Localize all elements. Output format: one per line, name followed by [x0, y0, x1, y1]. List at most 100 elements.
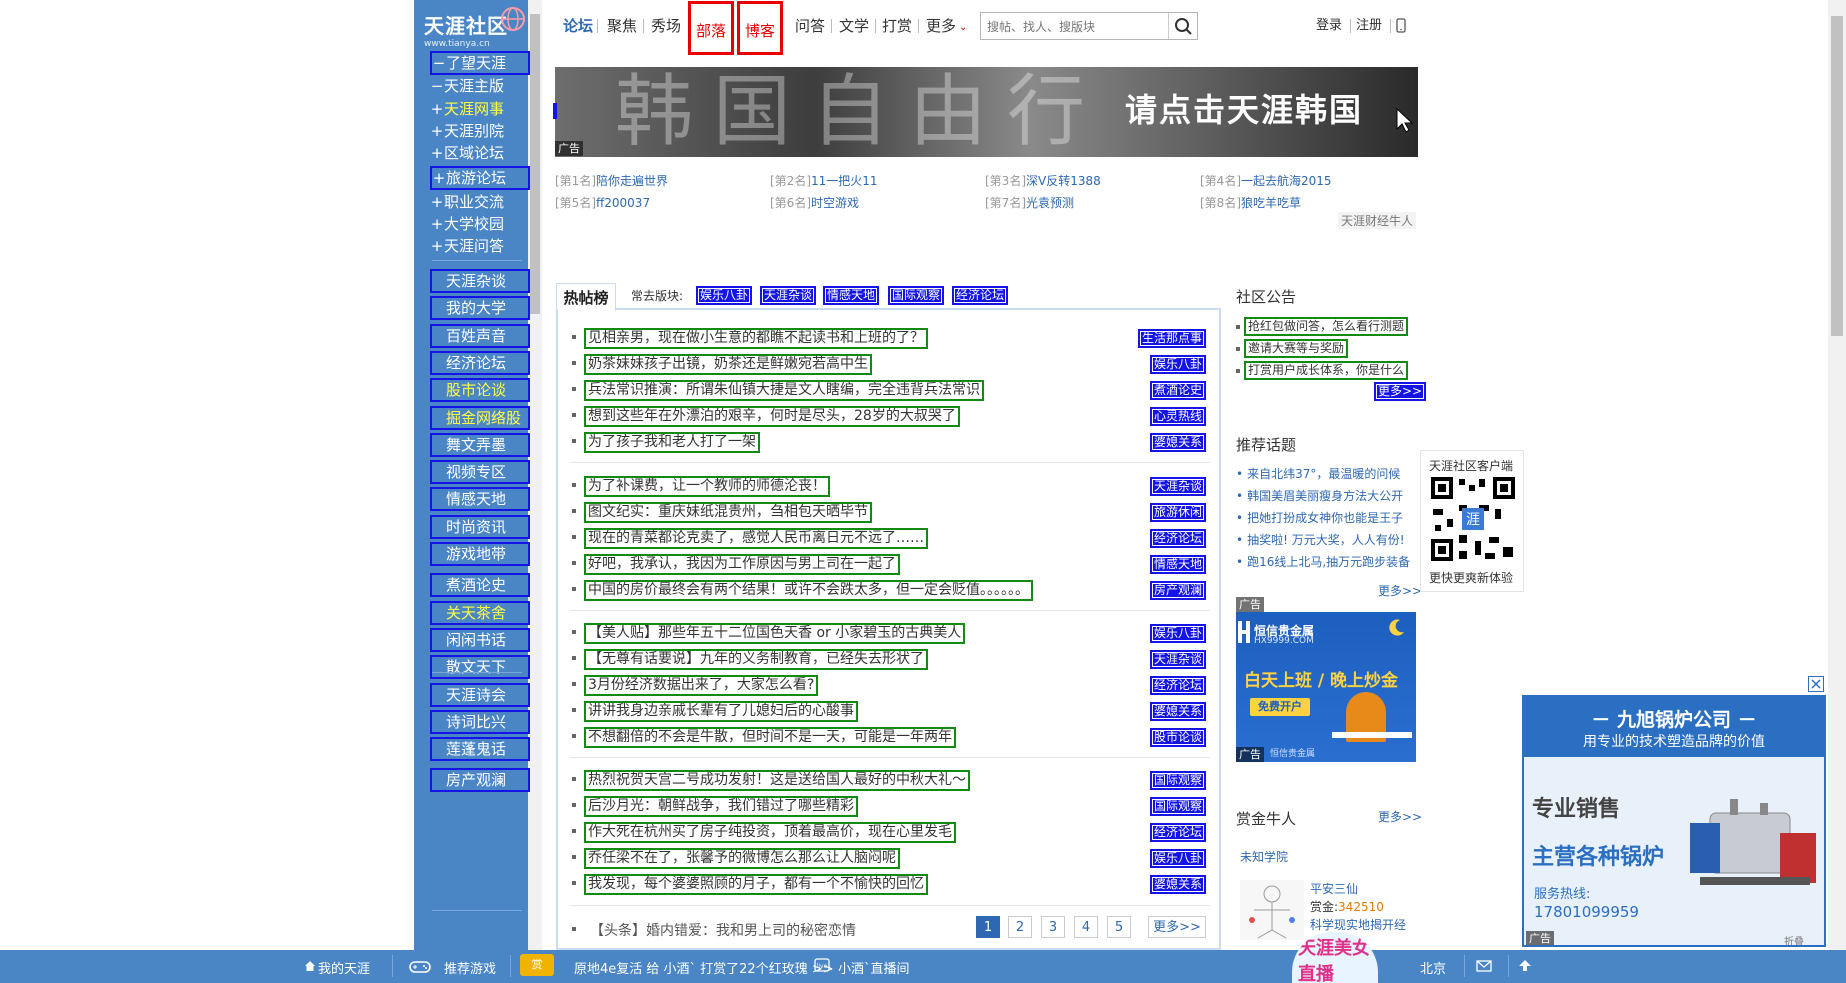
- post-title[interactable]: 我发现，每个婆婆照顾的月子，都有一个不愉快的回忆: [584, 874, 928, 895]
- expand-toggle-icon[interactable]: −: [432, 53, 446, 73]
- gold-ad-open-button[interactable]: 免费开户: [1250, 698, 1310, 716]
- register-link[interactable]: 注册: [1356, 16, 1382, 36]
- nav-8[interactable]: 更多: [926, 16, 956, 36]
- live-promo[interactable]: 天涯美女直播: [1292, 932, 1378, 983]
- page-button-5[interactable]: 5: [1107, 916, 1131, 938]
- post-title[interactable]: 兵法常识推演：所谓朱仙镇大捷是文人瞎编，完全违背兵法常识: [584, 380, 984, 401]
- tab-hot-posts[interactable]: 热帖榜: [556, 283, 616, 311]
- sidebar-board-3[interactable]: 经济论坛: [430, 350, 530, 375]
- expand-toggle-icon[interactable]: +: [432, 168, 446, 188]
- post-board-tag[interactable]: 婆媳关系: [1149, 875, 1206, 894]
- back-to-top-icon[interactable]: [1518, 958, 1532, 972]
- nav-1[interactable]: 聚焦: [607, 16, 637, 36]
- reward-ticker[interactable]: 原地4e复活 给 小酒` 打赏了22个红玫瑰 >>: [574, 958, 834, 977]
- nav-4[interactable]: 博客: [737, 1, 783, 55]
- sidebar-item-8[interactable]: +天涯问答: [430, 235, 526, 257]
- sidebar-item-2[interactable]: +天涯网事: [430, 98, 526, 120]
- sidebar-board-2[interactable]: 百姓声音: [430, 323, 530, 348]
- notice-item[interactable]: 打赏用户成长体系，你是什么: [1244, 361, 1409, 380]
- float-ad-close-button[interactable]: [1808, 676, 1824, 692]
- post-title[interactable]: 现在的青菜都论克卖了，感觉人民币离日元不远了……: [584, 528, 928, 549]
- post-board-tag[interactable]: 生活那点事: [1137, 329, 1206, 348]
- rank-name[interactable]: 光袁预测: [1026, 196, 1074, 210]
- rank-name[interactable]: 深V反转1388: [1026, 174, 1101, 188]
- post-title[interactable]: 为了补课费，让一个教师的师德沦丧！: [584, 476, 830, 497]
- recommended-games-link[interactable]: 推荐游戏: [444, 958, 496, 977]
- frequent-board-2[interactable]: 情感天地: [823, 286, 880, 305]
- sidebar-board-7[interactable]: 视频专区: [430, 460, 530, 485]
- sidebar-board-0[interactable]: 天涯杂谈: [430, 269, 530, 293]
- rank-item[interactable]: [第5名]ff200037: [555, 194, 650, 211]
- post-title[interactable]: 好吧，我承认，我因为工作原因与男上司在一起了: [584, 554, 900, 575]
- nav-3[interactable]: 部落: [688, 1, 734, 55]
- sidebar-board-8[interactable]: 情感天地: [430, 487, 530, 512]
- headline-post[interactable]: 【头条】婚内错爱：我和男上司的秘密恋情: [590, 920, 856, 940]
- sidebar-item-5[interactable]: +旅游论坛: [430, 166, 530, 190]
- page-button-4[interactable]: 4: [1074, 916, 1098, 938]
- post-title[interactable]: 后沙月光：朝鲜战争，我们错过了哪些精彩: [584, 796, 858, 817]
- sidebar-board-12[interactable]: 关天茶舍: [430, 600, 530, 625]
- bounty-more-link[interactable]: 更多>>: [1378, 808, 1422, 825]
- expand-toggle-icon[interactable]: +: [430, 142, 444, 164]
- sidebar-board-4[interactable]: 股市论谈: [430, 378, 530, 403]
- sidebar-board-13[interactable]: 闲闲书话: [430, 627, 530, 652]
- mail-icon[interactable]: [1476, 960, 1492, 972]
- post-title[interactable]: 3月份经济数据出来了，大家怎么看?: [584, 675, 819, 696]
- nav-7[interactable]: 打赏: [882, 16, 912, 36]
- sidebar-board-17[interactable]: 莲蓬鬼话: [430, 737, 530, 762]
- frequent-board-0[interactable]: 娱乐八卦: [696, 286, 753, 305]
- page-scroll-thumb[interactable]: [1831, 16, 1843, 336]
- post-board-tag[interactable]: 婆媳关系: [1149, 433, 1206, 452]
- topic-item[interactable]: 把她打扮成女神你也能是王子: [1236, 509, 1403, 526]
- topics-more-link[interactable]: 更多>>: [1378, 582, 1422, 599]
- my-tianya-link[interactable]: 我的天涯: [318, 958, 370, 977]
- post-board-tag[interactable]: 经济论坛: [1149, 823, 1206, 842]
- page-button-3[interactable]: 3: [1041, 916, 1065, 938]
- post-title[interactable]: 奶茶妹妹孩子出镜，奶茶还是鲜嫩宛若高中生: [584, 354, 872, 375]
- float-ad-fold[interactable]: 折叠: [1784, 933, 1804, 945]
- post-title[interactable]: 【无尊有话要说】九年的义务制教育，已经失去形状了: [584, 649, 928, 670]
- post-title[interactable]: 中国的房价最终会有两个结果！或许不会跌太多，但一定会贬值。。。。。。: [584, 580, 1033, 601]
- expand-toggle-icon[interactable]: +: [430, 98, 444, 120]
- topic-item[interactable]: 韩国美眉美丽瘦身方法大公开: [1236, 487, 1403, 504]
- sidebar-item-0[interactable]: −了望天涯: [430, 51, 530, 75]
- expand-toggle-icon[interactable]: +: [430, 235, 444, 257]
- post-title[interactable]: 【美人贴】那些年五十二位国色天香 or 小家碧玉的古典美人: [584, 623, 966, 644]
- rank-name[interactable]: 狼吃羊吃草: [1241, 196, 1301, 210]
- nav-5[interactable]: 问答: [795, 16, 825, 36]
- post-board-tag[interactable]: 股市论谈: [1149, 728, 1206, 747]
- post-title[interactable]: 图文纪实：重庆妹纸混贵州，刍相包天晒毕节: [584, 502, 872, 523]
- post-title[interactable]: 讲讲我身边亲戚长辈有了儿媳妇后的心酸事: [584, 701, 858, 722]
- sidebar-board-11[interactable]: 煮酒论史: [430, 573, 530, 598]
- page-scrollbar[interactable]: [1828, 0, 1846, 950]
- bounty-school[interactable]: 未知学院: [1240, 848, 1288, 865]
- nav-6[interactable]: 文学: [839, 16, 869, 36]
- expand-toggle-icon[interactable]: +: [430, 120, 444, 142]
- frequent-board-1[interactable]: 天涯杂谈: [760, 286, 817, 305]
- post-board-tag[interactable]: 娱乐八卦: [1149, 849, 1206, 868]
- post-board-tag[interactable]: 情感天地: [1149, 555, 1206, 574]
- notice-item[interactable]: 邀请大赛等与奖励: [1244, 339, 1349, 358]
- rank-footer[interactable]: 天涯财经牛人: [1338, 212, 1417, 229]
- sidebar-item-4[interactable]: +区域论坛: [430, 142, 526, 164]
- sidebar-board-15[interactable]: 天涯诗会: [430, 682, 530, 707]
- post-board-tag[interactable]: 天涯杂谈: [1149, 477, 1206, 496]
- post-board-tag[interactable]: 娱乐八卦: [1149, 355, 1206, 374]
- post-board-tag[interactable]: 房产观澜: [1149, 581, 1206, 600]
- notice-item[interactable]: 抢红包做问答，怎么看行测题: [1244, 317, 1409, 336]
- bounty-desc[interactable]: 科学现实地揭开经: [1310, 916, 1406, 933]
- mobile-icon[interactable]: [1396, 18, 1406, 33]
- gold-ad[interactable]: 恒信贵金属 HX9999.COM 白天上班 / 晚上炒金 免费开户 恒信贵金属: [1236, 612, 1416, 762]
- sidebar-board-5[interactable]: 掘金网络股: [430, 405, 530, 430]
- frequent-board-4[interactable]: 经济论坛: [952, 286, 1009, 305]
- search-button[interactable]: [1168, 13, 1197, 39]
- sidebar-board-1[interactable]: 我的大学: [430, 296, 530, 321]
- chevron-down-icon[interactable]: ⌄: [959, 18, 967, 38]
- sidebar-item-6[interactable]: +职业交流: [430, 191, 526, 213]
- rank-item[interactable]: [第7名]光袁预测: [985, 194, 1074, 211]
- post-title[interactable]: 作大死在杭州买了房子纯投资，顶着最高价，现在心里发毛: [584, 822, 956, 843]
- rank-name[interactable]: ff200037: [596, 196, 650, 210]
- post-title[interactable]: 见相亲男，现在做小生意的都瞧不起读书和上班的了？: [584, 328, 928, 349]
- search-input[interactable]: [985, 16, 1159, 38]
- rank-item[interactable]: [第3名]深V反转1388: [985, 172, 1101, 189]
